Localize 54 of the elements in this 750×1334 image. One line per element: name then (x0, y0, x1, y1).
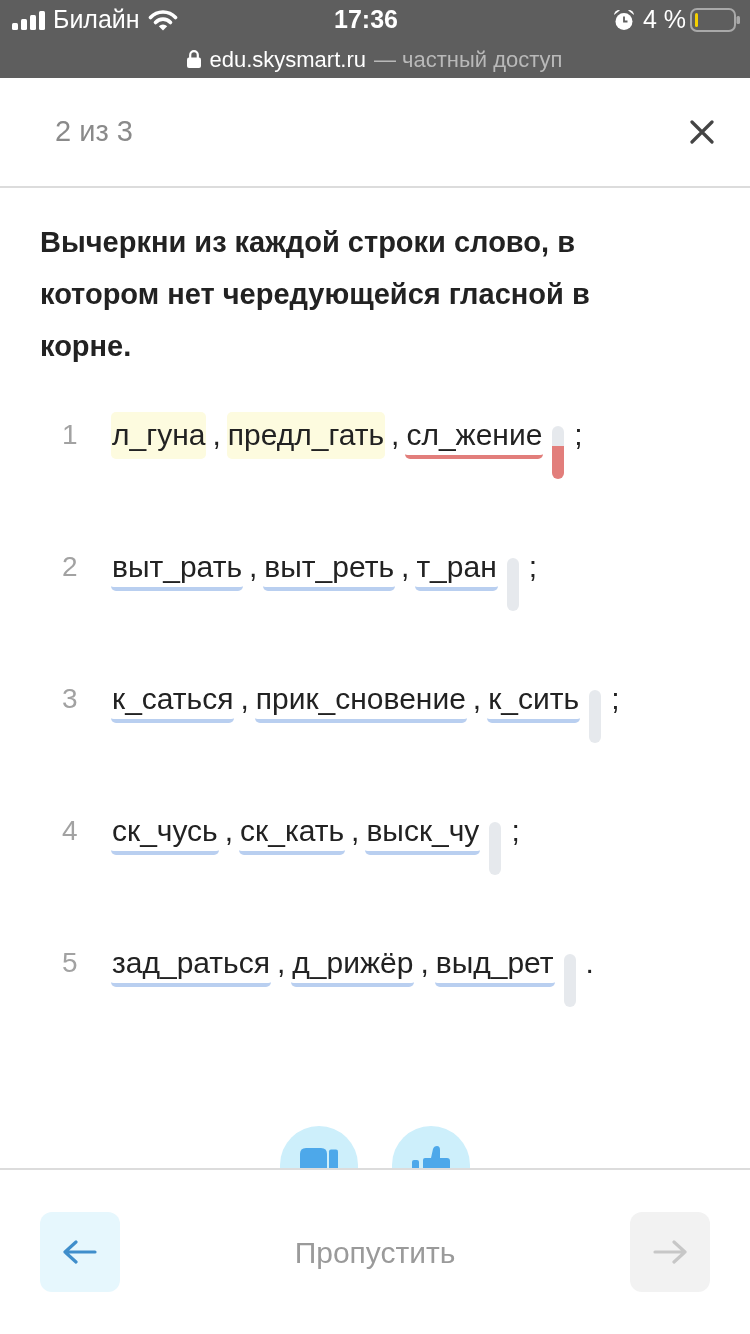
arrow-right-icon (653, 1240, 687, 1264)
word-option[interactable]: зад_раться (111, 940, 271, 987)
thumbs-up-icon (412, 1146, 450, 1168)
comma-text: , (212, 417, 221, 453)
word-option[interactable]: ск_кать (239, 808, 346, 855)
word-option[interactable]: выск_чу (365, 808, 481, 855)
comma-text: , (351, 813, 360, 849)
row-number: 2 (62, 550, 79, 584)
punctuation-text: ; (511, 813, 520, 849)
comma-text: , (472, 681, 482, 717)
comma-text: , (240, 681, 249, 717)
wifi-icon (147, 9, 178, 31)
back-button[interactable] (40, 1212, 120, 1292)
punctuation-text: ; (574, 417, 583, 453)
word-option[interactable]: выт_реть (263, 544, 396, 591)
battery-icon (690, 8, 740, 32)
clock-time: 17:36 (334, 4, 398, 36)
comma-text: , (391, 417, 400, 453)
word-option[interactable]: выд_рет (434, 940, 555, 987)
comma-text: , (420, 945, 429, 981)
row-number: 3 (62, 682, 79, 716)
row-number: 4 (62, 814, 79, 848)
signal-icon (12, 10, 45, 30)
word-option[interactable]: д_рижёр (291, 940, 415, 987)
word-option[interactable]: предл_гать (226, 412, 386, 459)
alarm-clock-icon (612, 9, 635, 31)
word-option[interactable]: ск_чусь (111, 808, 219, 855)
comma-text: , (224, 813, 234, 849)
lock-icon (187, 50, 202, 68)
access-note: — частный доступ (373, 45, 563, 74)
word-option[interactable]: прик_сновение (254, 676, 467, 723)
word-option[interactable]: сл_жение (405, 412, 544, 459)
punctuation-text: . (585, 945, 594, 981)
comma-text: , (249, 549, 258, 585)
question-text: Вычеркни из каждой строки слово, в котором нет чередующейся гласной в корне. (40, 225, 591, 364)
row-number: 5 (62, 946, 79, 980)
row-number: 1 (62, 418, 79, 452)
punctuation-text: ; (528, 549, 538, 585)
word-option[interactable]: выт_рать (111, 544, 243, 591)
close-button[interactable] (690, 120, 714, 144)
site-domain: edu.skysmart.ru (209, 45, 366, 74)
comma-text: , (401, 549, 410, 585)
comma-text: , (276, 945, 286, 981)
word-option[interactable]: к_саться (111, 676, 235, 723)
word-option[interactable]: л_гуна (111, 412, 207, 459)
thumbs-down-icon (300, 1148, 338, 1168)
word-option[interactable]: к_сить (487, 676, 581, 723)
punctuation-text: ; (611, 681, 620, 717)
carrier-name: Билайн (53, 4, 140, 36)
word-option[interactable]: т_ран (415, 544, 498, 591)
arrow-left-icon (63, 1240, 97, 1264)
close-icon (690, 120, 714, 144)
battery-percent: 4 % (642, 4, 686, 36)
progress-counter: 2 из 3 (55, 114, 133, 150)
